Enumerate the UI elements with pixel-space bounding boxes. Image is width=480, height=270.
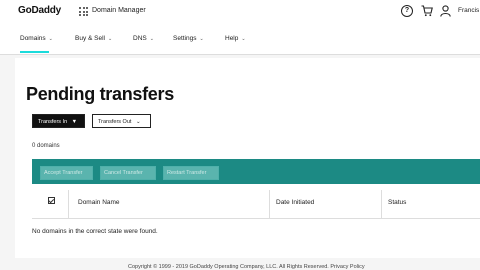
column-divider: [269, 190, 270, 218]
chevron-down-icon: ▼: [71, 119, 78, 125]
select-all-checkbox[interactable]: [48, 197, 55, 204]
column-header-date-initiated[interactable]: Date Initiated: [276, 199, 314, 206]
nav-dns-label: DNS: [133, 35, 147, 42]
help-icon[interactable]: ?: [401, 5, 413, 17]
user-name[interactable]: Francis: [458, 7, 479, 14]
page-title: Pending transfers: [26, 84, 174, 104]
nav-buy-sell[interactable]: Buy & Sell ⌄: [75, 35, 112, 42]
chevron-down-icon: ⌄: [199, 36, 204, 42]
transfers-in-label: Transfers In: [38, 119, 68, 125]
empty-state-message: No domains in the correct state were fou…: [32, 228, 158, 235]
apps-grid-icon[interactable]: [79, 7, 88, 16]
nav-help-label: Help: [225, 35, 239, 42]
transfers-out-label: Transfers Out: [98, 119, 132, 125]
nav-domains[interactable]: Domains ⌄: [20, 35, 53, 42]
chevron-down-icon: ⌄: [48, 36, 53, 42]
transfers-in-dropdown[interactable]: Transfers In ▼: [32, 114, 85, 128]
top-bar: GoDaddy Domain Manager ? Francis: [0, 0, 480, 24]
accept-transfer-button[interactable]: Accept Transfer: [40, 166, 93, 180]
chevron-down-icon: ⌄: [241, 36, 246, 42]
nav-active-indicator: [20, 51, 49, 53]
app-name[interactable]: Domain Manager: [92, 7, 146, 14]
cancel-transfer-button[interactable]: Cancel Transfer: [100, 166, 156, 180]
cart-icon[interactable]: [421, 5, 433, 17]
chevron-down-icon: ⌄: [149, 36, 154, 42]
column-header-status[interactable]: Status: [388, 199, 406, 206]
footer-copyright: Copyright © 1999 - 2019 GoDaddy Operatin…: [128, 264, 365, 270]
transfers-out-dropdown[interactable]: Transfers Out ⌄: [92, 114, 151, 128]
restart-transfer-button[interactable]: Restart Transfer: [163, 166, 219, 180]
column-divider: [68, 190, 69, 218]
nav-help[interactable]: Help ⌄: [225, 35, 246, 42]
godaddy-logo[interactable]: GoDaddy: [18, 5, 61, 16]
nav-buy-sell-label: Buy & Sell: [75, 35, 105, 42]
nav-dns[interactable]: DNS ⌄: [133, 35, 154, 42]
user-icon[interactable]: [440, 5, 451, 17]
chevron-down-icon: ⌄: [135, 119, 141, 125]
nav-settings[interactable]: Settings ⌄: [173, 35, 204, 42]
main-nav: Domains ⌄ Buy & Sell ⌄ DNS ⌄ Settings ⌄ Help…: [0, 24, 480, 55]
column-divider: [381, 190, 382, 218]
domain-count: 0 domains: [32, 143, 60, 149]
chevron-down-icon: ⌄: [108, 36, 113, 42]
column-header-domain-name[interactable]: Domain Name: [78, 199, 120, 206]
nav-domains-label: Domains: [20, 35, 46, 42]
nav-settings-label: Settings: [173, 35, 197, 42]
